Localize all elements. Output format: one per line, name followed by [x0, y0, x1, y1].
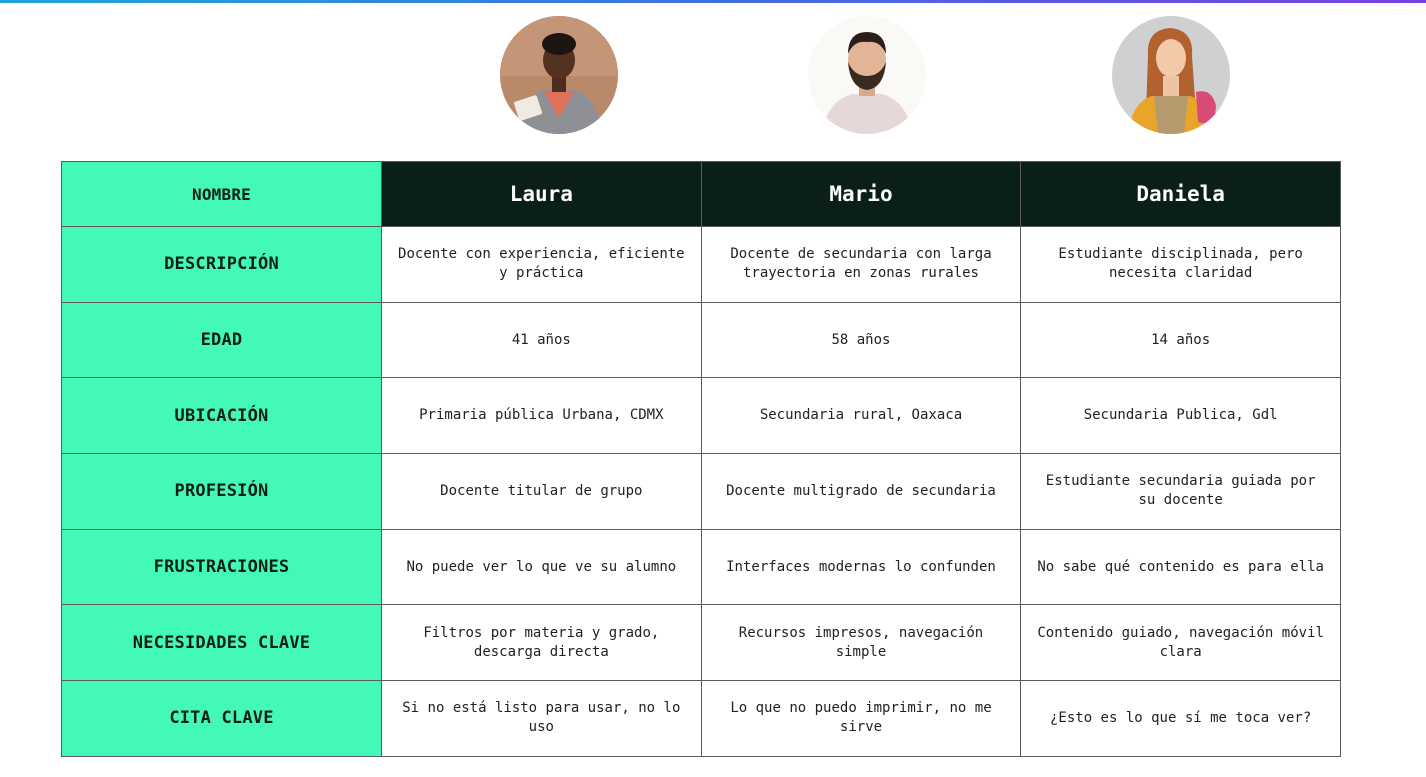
row-label-frustrations: FRUSTRACIONES — [61, 528, 382, 606]
location-cell: Secundaria rural, Oaxaca — [700, 377, 1022, 455]
avatar-mario — [808, 16, 926, 134]
quote-row: CITA CLAVE Si no está listo para usar, n… — [61, 680, 1341, 757]
age-cell: 58 años — [700, 301, 1022, 379]
avatar-laura — [500, 16, 618, 134]
quote-cell: Lo que no puedo imprimir, no me sirve — [700, 680, 1022, 757]
needs-row: NECESIDADES CLAVE Filtros por materia y … — [61, 604, 1341, 682]
location-cell: Secundaria Publica, Gdl — [1020, 377, 1341, 455]
needs-cell: Recursos impresos, navegación simple — [700, 604, 1022, 682]
persona-name: Mario — [700, 161, 1022, 227]
row-label-profession: PROFESIÓN — [61, 453, 382, 530]
row-label-quote: CITA CLAVE — [61, 680, 382, 757]
avatar-daniela — [1112, 16, 1230, 134]
frustrations-row: FRUSTRACIONES No puede ver lo que ve su … — [61, 528, 1341, 606]
quote-cell: ¿Esto es lo que sí me toca ver? — [1020, 680, 1341, 757]
age-cell: 41 años — [381, 301, 702, 379]
needs-cell: Contenido guiado, navegación móvil clara — [1020, 604, 1341, 682]
persona-comparison-table: NOMBRE Laura Mario Daniela DESCRIPCIÓN D… — [61, 161, 1341, 757]
frustrations-cell: Interfaces modernas lo confunden — [700, 528, 1022, 606]
row-label-location: UBICACIÓN — [61, 377, 382, 455]
age-cell: 14 años — [1020, 301, 1341, 379]
persona-name: Daniela — [1020, 161, 1341, 227]
row-label-description: DESCRIPCIÓN — [61, 226, 382, 303]
age-row: EDAD 41 años 58 años 14 años — [61, 301, 1341, 379]
needs-cell: Filtros por materia y grado, descarga di… — [381, 604, 702, 682]
quote-cell: Si no está listo para usar, no lo uso — [381, 680, 702, 757]
profession-cell: Estudiante secundaria guiada por su doce… — [1020, 453, 1341, 530]
description-cell: Docente con experiencia, eficiente y prá… — [381, 226, 702, 303]
description-row: DESCRIPCIÓN Docente con experiencia, efi… — [61, 226, 1341, 303]
persona-name: Laura — [381, 161, 702, 227]
name-row: NOMBRE Laura Mario Daniela — [61, 161, 1341, 227]
profession-row: PROFESIÓN Docente titular de grupo Docen… — [61, 453, 1341, 530]
description-cell: Estudiante disciplinada, pero necesita c… — [1020, 226, 1341, 303]
frustrations-cell: No puede ver lo que ve su alumno — [381, 528, 702, 606]
row-label-name: NOMBRE — [61, 161, 382, 227]
location-row: UBICACIÓN Primaria pública Urbana, CDMX … — [61, 377, 1341, 455]
profession-cell: Docente multigrado de secundaria — [700, 453, 1022, 530]
row-label-needs: NECESIDADES CLAVE — [61, 604, 382, 682]
description-cell: Docente de secundaria con larga trayecto… — [700, 226, 1022, 303]
profession-cell: Docente titular de grupo — [381, 453, 702, 530]
top-gradient-bar — [0, 0, 1426, 3]
location-cell: Primaria pública Urbana, CDMX — [381, 377, 702, 455]
row-label-age: EDAD — [61, 301, 382, 379]
frustrations-cell: No sabe qué contenido es para ella — [1020, 528, 1341, 606]
